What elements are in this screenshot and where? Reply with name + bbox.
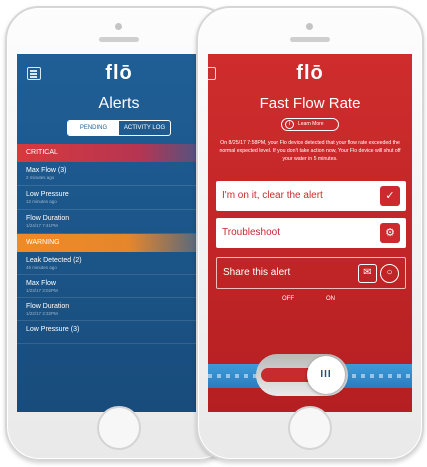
valve-knob-icon[interactable]: III	[307, 356, 345, 394]
valve-labels: OFF ON	[208, 296, 412, 306]
alert-row-flow-duration[interactable]: Flow Duration 1/24/17 7:41PM	[17, 210, 221, 234]
clear-alert-label: I'm on it, clear the alert	[222, 190, 323, 201]
page-title: Alerts	[98, 95, 140, 112]
valve-on-label: ON	[326, 296, 335, 302]
share-label: Share this alert	[223, 267, 291, 278]
alert-message: On 8/25/17 7:58PM, your Flo device detec…	[219, 140, 401, 162]
alert-time: 1/24/17 7:41PM	[26, 223, 58, 228]
alert-row-max-flow[interactable]: Max Flow 1/23/17 3:02PM	[17, 275, 221, 298]
camera	[306, 23, 313, 30]
critical-alert-list: Max Flow (3) 2 minutes ago Low Pressure …	[17, 162, 221, 234]
alert-time: 2 minutes ago	[26, 175, 55, 180]
alert-row-low-pressure[interactable]: Low Pressure 12 minutes ago	[17, 186, 221, 210]
alert-name: Max Flow (3)	[26, 167, 67, 174]
valve-off-label: OFF	[282, 296, 294, 302]
email-icon[interactable]: ✉	[358, 264, 377, 283]
alert-tabs: PENDING ACTIVITY LOG	[67, 120, 171, 136]
alert-name: Flow Duration	[26, 215, 70, 222]
alert-name: Max Flow	[26, 280, 56, 287]
alert-name: Flow Duration	[26, 303, 70, 310]
alert-time: 1/22/17 3:32PM	[26, 311, 58, 316]
warning-label: WARNING	[26, 239, 60, 246]
troubleshoot-label: Troubleshoot	[222, 227, 280, 238]
alert-time: 12 minutes ago	[26, 199, 57, 204]
alert-row-low-pressure[interactable]: Low Pressure (3)	[17, 321, 221, 344]
speaker	[290, 37, 330, 42]
alert-row-leak-detected[interactable]: Leak Detected (2) 45 minutes ago	[17, 252, 221, 275]
alert-time: 1/23/17 3:02PM	[26, 288, 58, 293]
critical-section-header[interactable]: CRITICAL 3 ⌄	[17, 144, 221, 162]
alert-row-flow-duration[interactable]: Flow Duration 1/22/17 3:32PM	[17, 298, 221, 321]
troubleshoot-button[interactable]: Troubleshoot ⚙	[216, 218, 406, 248]
valve-toggle[interactable]: III	[256, 354, 348, 396]
learn-more-button[interactable]: i Learn More	[281, 118, 339, 131]
top-bar: flō ?	[17, 54, 221, 94]
camera	[115, 23, 122, 30]
flo-logo: flō	[105, 62, 133, 84]
tab-pending[interactable]: PENDING	[68, 121, 119, 135]
alert-row-max-flow[interactable]: Max Flow (3) 2 minutes ago	[17, 162, 221, 186]
speaker	[99, 37, 139, 42]
home-button[interactable]	[288, 406, 332, 450]
clear-alert-button[interactable]: I'm on it, clear the alert ✓	[216, 181, 406, 211]
alert-name: Leak Detected (2)	[26, 257, 82, 264]
check-icon: ✓	[380, 186, 400, 206]
warning-alert-list: Leak Detected (2) 45 minutes ago Max Flo…	[17, 252, 221, 344]
top-bar: flō	[208, 54, 412, 94]
alert-time: 45 minutes ago	[26, 265, 57, 270]
tab-activity-log[interactable]: ACTIVITY LOG	[119, 121, 170, 135]
info-icon: i	[285, 120, 294, 129]
message-icon[interactable]: ○	[380, 264, 399, 283]
learn-more-label: Learn More	[298, 121, 324, 127]
fast-flow-screen: flō Fast Flow Rate i Learn More On 8/25/…	[208, 54, 412, 412]
flo-logo: flō	[296, 62, 324, 84]
warning-section-header[interactable]: WARNING 6 ⌄	[17, 234, 221, 252]
gear-icon: ⚙	[380, 223, 400, 243]
home-button[interactable]	[97, 406, 141, 450]
alert-name: Low Pressure (3)	[26, 326, 80, 333]
page-title: Fast Flow Rate	[259, 95, 361, 112]
alerts-screen: flō ? Alerts PENDING ACTIVITY LOG CRITIC…	[17, 54, 221, 412]
critical-label: CRITICAL	[26, 149, 58, 156]
share-alert-row: Share this alert ✉ ○	[216, 257, 406, 289]
phone-right: flō Fast Flow Rate i Learn More On 8/25/…	[196, 6, 424, 461]
alert-name: Low Pressure	[26, 191, 69, 198]
